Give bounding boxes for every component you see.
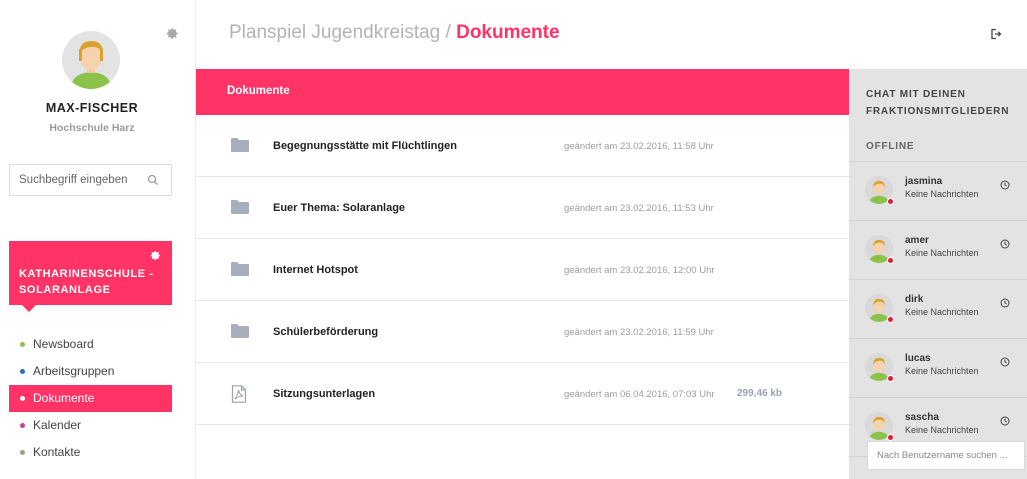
document-name[interactable]: Internet Hotspot [273,264,358,276]
clock-icon [1000,354,1010,367]
page-title: Planspiel Jugendkreistag / Dokumente [229,22,560,44]
document-name[interactable]: Begegnungsstätte mit Flüchtlingen [273,140,457,152]
contact-message: Keine Nachrichten [905,189,979,199]
clock-icon [1000,177,1010,190]
pdf-file-icon [231,385,249,403]
chat-offline-heading: OFFLINE [866,141,915,152]
user-name: MAX-FISCHER [45,101,139,115]
folder-icon [231,137,249,153]
documents-header-label: Dokumente [227,85,290,97]
folder-icon [231,323,249,339]
document-date: geändert am 23.02.2016, 12:00 Uhr [564,265,715,276]
folder-icon [231,261,249,277]
document-row[interactable]: Begegnungsstätte mit Flüchtlingen geände… [196,115,849,177]
search-icon[interactable] [147,173,159,185]
nav-item-kalender[interactable]: Kalender [9,412,172,439]
chat-contact[interactable]: lucas Keine Nachrichten [849,339,1027,398]
chat-contact[interactable]: amer Keine Nachrichten [849,221,1027,280]
contact-message: Keine Nachrichten [905,366,979,376]
document-row[interactable]: Euer Thema: Solaranlage geändert am 23.0… [196,177,849,239]
clock-icon [1000,295,1010,308]
document-date: geändert am 06.04.2016, 07:03 Uhr [564,389,715,400]
nav-dot [20,342,25,347]
contact-message: Keine Nachrichten [905,425,979,435]
contact-name: jasmina [905,176,943,187]
nav-item-label: Kalender [33,418,82,432]
nav-dot [20,396,25,401]
breadcrumb-prefix[interactable]: Planspiel Jugendkreistag / [229,22,456,43]
document-date: geändert am 23.02.2016, 11:53 Uhr [564,203,714,214]
group-card[interactable]: KATHARINENSCHULE - SOLARANLAGE [9,241,172,312]
document-row[interactable]: Schülerbeförderung geändert am 23.02.201… [196,301,849,363]
offline-status-dot [887,198,894,205]
user-school: Hochschule Harz [49,122,135,134]
nav-item-label: Dokumente [33,391,95,405]
document-size: 299,46 kb [737,388,783,399]
document-row[interactable]: Sitzungsunterlagen geändert am 06.04.201… [196,363,849,425]
search-field[interactable] [9,164,172,196]
nav-item-arbeitsgruppen[interactable]: Arbeitsgruppen [9,358,172,385]
document-name[interactable]: Euer Thema: Solaranlage [273,202,405,214]
document-date: geändert am 23.02.2016, 11:58 Uhr [564,141,714,152]
chat-contact[interactable]: dirk Keine Nachrichten [849,280,1027,339]
nav-item-label: Kontakte [33,445,81,459]
breadcrumb-current: Dokumente [456,22,560,43]
group-card-pointer [22,305,36,312]
offline-status-dot [887,375,894,382]
contact-name: dirk [905,294,924,305]
documents-header: Dokumente [196,69,849,115]
document-name[interactable]: Sitzungsunterlagen [273,388,375,400]
user-avatar[interactable] [62,31,120,89]
settings-gear-icon[interactable] [166,27,180,41]
nav-dot [20,423,25,428]
sidebar: MAX-FISCHER Hochschule Harz KATHARINENSC… [0,0,196,479]
clock-icon [1000,413,1010,426]
contact-name: sascha [905,412,939,423]
clock-icon [1000,236,1010,249]
document-row[interactable]: Internet Hotspot geändert am 23.02.2016,… [196,239,849,301]
document-date: geändert am 23.02.2016, 11:59 Uhr [564,327,714,338]
documents-list: Begegnungsstätte mit Flüchtlingen geände… [196,115,849,425]
offline-status-dot [887,316,894,323]
chat-contact[interactable]: jasmina Keine Nachrichten [849,162,1027,221]
document-name[interactable]: Schülerbeförderung [273,326,378,338]
group-name: KATHARINENSCHULE - SOLARANLAGE [19,268,154,296]
chat-panel: CHAT MIT DEINEN FRAKTIONSMITGLIEDERN OFF… [849,69,1027,479]
offline-status-dot [887,434,894,441]
nav-dot [20,369,25,374]
contact-name: amer [905,235,929,246]
chat-user-search-input[interactable] [868,442,1024,469]
logout-icon[interactable] [990,27,1002,40]
chat-user-search[interactable] [867,441,1025,470]
nav-item-kontakte[interactable]: Kontakte [9,439,172,466]
contact-message: Keine Nachrichten [905,307,979,317]
contact-message: Keine Nachrichten [905,248,979,258]
search-input[interactable] [10,165,140,195]
nav-item-newsboard[interactable]: Newsboard [9,331,172,358]
chat-title: CHAT MIT DEINEN FRAKTIONSMITGLIEDERN [866,89,1010,117]
nav-dot [20,450,25,455]
group-settings-gear-icon[interactable] [150,250,161,264]
nav-item-label: Arbeitsgruppen [33,364,115,378]
offline-status-dot [887,257,894,264]
nav-item-dokumente[interactable]: Dokumente [9,385,172,412]
contact-name: lucas [905,353,931,364]
nav-item-label: Newsboard [33,337,94,351]
folder-icon [231,199,249,215]
sidebar-nav: Newsboard Arbeitsgruppen Dokumente Kalen… [9,331,172,466]
